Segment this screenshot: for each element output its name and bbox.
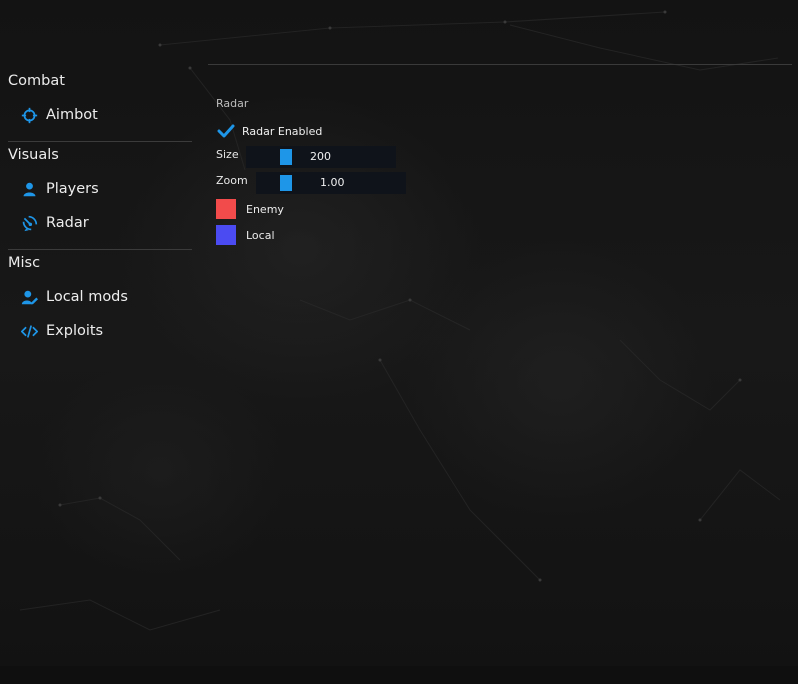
size-label: Size [216,148,239,161]
size-slider-row: Size [216,148,239,161]
enemy-color-label: Enemy [246,202,284,216]
sidebar-item-label: Radar [46,215,89,231]
header-divider [208,64,792,65]
section-title-visuals: Visuals [8,147,59,163]
user-icon [20,180,38,198]
checkmark-icon [216,122,236,140]
size-slider-handle[interactable] [280,149,292,165]
zoom-label: Zoom [216,174,248,187]
sidebar-item-radar[interactable]: Radar [0,206,192,240]
divider [8,249,192,250]
zoom-slider-handle[interactable] [280,175,292,191]
sidebar-item-label: Exploits [46,323,104,339]
crosshair-icon [20,106,38,124]
sidebar-item-local-mods[interactable]: Local mods [0,280,192,314]
local-color-row: Local [216,225,275,245]
sidebar-item-label: Players [46,181,99,197]
radar-enabled-checkbox[interactable]: Radar Enabled [216,122,322,140]
zoom-slider-row: Zoom [216,174,248,187]
footer-band [0,666,798,684]
radar-settings-panel: Radar Radar Enabled Size 200 Zoom 1.00 E… [216,96,516,245]
section-title-combat: Combat [8,73,65,89]
radar-icon [20,214,38,232]
size-slider[interactable]: 200 [246,146,396,168]
divider [8,141,192,142]
sidebar: Combat Aimbot Visuals Players Radar Misc… [0,70,192,348]
sidebar-item-label: Local mods [46,289,128,305]
sidebar-item-aimbot[interactable]: Aimbot [0,98,192,132]
group-title: Radar [216,97,249,110]
enemy-color-swatch[interactable] [216,199,236,219]
sidebar-item-exploits[interactable]: Exploits [0,314,192,348]
enemy-color-row: Enemy [216,199,284,219]
section-title-misc: Misc [8,255,41,271]
local-color-label: Local [246,228,275,242]
size-value: 200 [310,150,331,163]
radar-enabled-label: Radar Enabled [242,124,323,138]
user-edit-icon [20,288,38,306]
local-color-swatch[interactable] [216,225,236,245]
zoom-slider[interactable]: 1.00 [256,172,406,194]
zoom-value: 1.00 [320,176,345,189]
sidebar-item-label: Aimbot [46,107,98,123]
code-icon [20,322,38,340]
sidebar-item-players[interactable]: Players [0,172,192,206]
